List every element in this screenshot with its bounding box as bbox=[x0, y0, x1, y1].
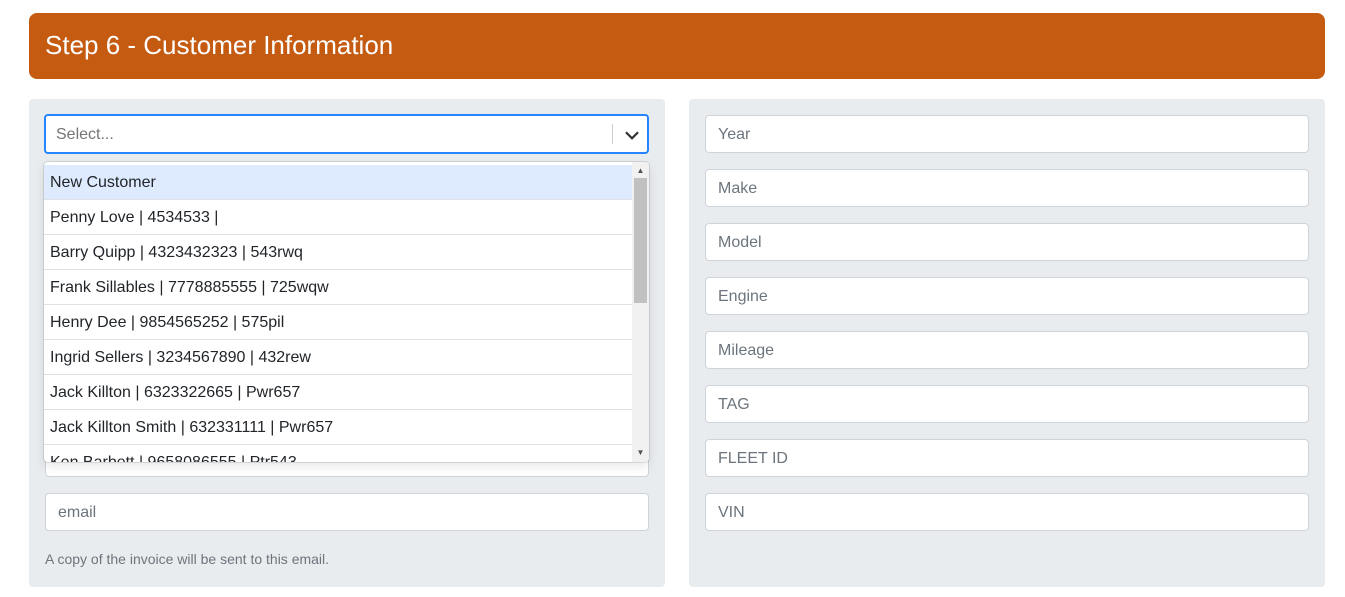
model-placeholder: Model bbox=[718, 234, 762, 251]
engine-field[interactable]: Engine bbox=[705, 277, 1309, 315]
model-field[interactable]: Model bbox=[705, 223, 1309, 261]
scroll-up-icon[interactable]: ▲ bbox=[632, 164, 649, 178]
chevron-down-icon[interactable] bbox=[621, 124, 643, 146]
tag-placeholder: TAG bbox=[718, 396, 750, 413]
vin-field[interactable]: VIN bbox=[705, 493, 1309, 531]
email-field[interactable]: email bbox=[45, 493, 649, 531]
email-placeholder: email bbox=[58, 504, 97, 521]
scroll-down-icon[interactable]: ▼ bbox=[632, 446, 649, 460]
dropdown-option[interactable]: Penny Love | 4534533 | bbox=[44, 200, 632, 235]
fleet-id-field[interactable]: FLEET ID bbox=[705, 439, 1309, 477]
vin-placeholder: VIN bbox=[718, 504, 745, 521]
year-placeholder: Year bbox=[718, 126, 751, 143]
make-placeholder: Make bbox=[718, 180, 758, 197]
mileage-field[interactable]: Mileage bbox=[705, 331, 1309, 369]
fleet-id-placeholder: FLEET ID bbox=[718, 450, 788, 467]
make-field[interactable]: Make bbox=[705, 169, 1309, 207]
year-field[interactable]: Year bbox=[705, 115, 1309, 153]
dropdown-option[interactable]: Jack Killton | 6323322665 | Pwr657 bbox=[44, 375, 632, 410]
customer-select[interactable]: Select... bbox=[44, 114, 649, 154]
dropdown-option[interactable]: Ingrid Sellers | 3234567890 | 432rew bbox=[44, 340, 632, 375]
dropdown-option[interactable]: Frank Sillables | 7778885555 | 725wqw bbox=[44, 270, 632, 305]
select-separator bbox=[612, 124, 613, 144]
dropdown-option[interactable]: New Customer bbox=[44, 165, 632, 200]
tag-field[interactable]: TAG bbox=[705, 385, 1309, 423]
dropdown-option[interactable]: Barry Quipp | 4323432323 | 543rwq bbox=[44, 235, 632, 270]
dropdown-option[interactable]: Ken Barbett | 9658086555 | Ptr543 bbox=[44, 445, 632, 462]
engine-placeholder: Engine bbox=[718, 288, 768, 305]
dropdown-option[interactable]: Jack Killton Smith | 632331111 | Pwr657 bbox=[44, 410, 632, 445]
dropdown-option[interactable]: Henry Dee | 9854565252 | 575pil bbox=[44, 305, 632, 340]
customer-dropdown-menu: New Customer Penny Love | 4534533 | Barr… bbox=[44, 162, 649, 462]
customer-select-placeholder: Select... bbox=[56, 126, 114, 143]
email-help-text: A copy of the invoice will be sent to th… bbox=[45, 551, 330, 567]
step-header: Step 6 - Customer Information bbox=[29, 13, 1325, 79]
mileage-placeholder: Mileage bbox=[718, 342, 775, 359]
page-title: Step 6 - Customer Information bbox=[45, 30, 394, 60]
dropdown-scroll-thumb[interactable] bbox=[634, 178, 647, 303]
